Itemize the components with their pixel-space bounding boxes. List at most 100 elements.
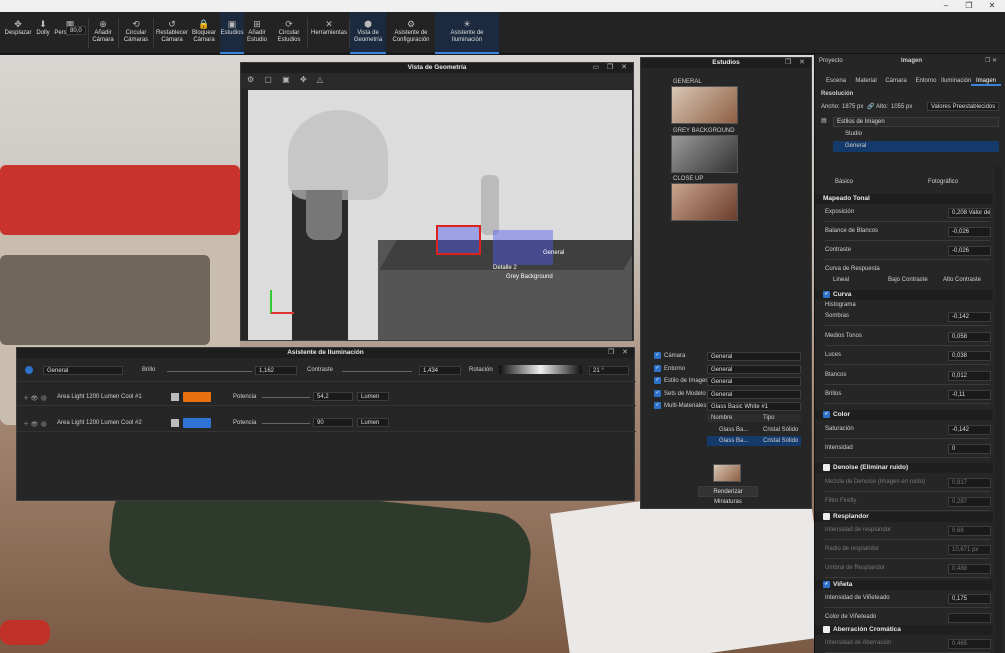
geometry-window-controls[interactable]: ▭ ❐ ✕ xyxy=(592,63,630,71)
light-row-1[interactable]: ＋ 👁 ✳ Area Light 1200 Lumen Cool #1 Pote… xyxy=(17,388,636,406)
studio-general-thumb[interactable] xyxy=(671,86,738,124)
section-header[interactable]: ✓ Curva xyxy=(815,290,993,300)
property-value[interactable]: 0,058 xyxy=(948,331,991,342)
toolbar-tools-button[interactable]: ✕ Herramientas xyxy=(310,12,348,54)
mode-basic[interactable]: Básico xyxy=(835,179,853,185)
property-slider[interactable] xyxy=(825,457,990,458)
studios-window-controls[interactable]: ❐ ✕ xyxy=(785,58,808,66)
property-slider[interactable] xyxy=(825,383,990,385)
brillo-slider[interactable] xyxy=(167,371,252,372)
section-header[interactable]: ✓ Color xyxy=(815,410,993,420)
property-value[interactable]: -0,026 xyxy=(948,227,991,237)
studio-option-checkbox[interactable]: ✓ xyxy=(654,402,661,409)
properties-tab[interactable]: Escena xyxy=(821,78,851,84)
contraste-value[interactable]: 1,434 xyxy=(419,366,461,375)
properties-scrollbar[interactable] xyxy=(995,166,1003,653)
property-value[interactable]: -0,11 xyxy=(948,390,991,400)
section-header[interactable]: Resplandor xyxy=(815,512,993,522)
perspective-value[interactable]: 80,0 xyxy=(66,26,86,35)
studio-closeup-thumb[interactable] xyxy=(671,183,738,221)
studio-select[interactable]: General xyxy=(43,366,123,375)
property-slider[interactable] xyxy=(825,510,990,511)
light-row-2[interactable]: ＋ 👁 ✳ Area Light 1200 Lumen Cool #2 Pote… xyxy=(17,414,636,432)
render-thumbnails-button[interactable]: Renderizar Miniaturas xyxy=(698,486,758,505)
light-1-slider[interactable] xyxy=(262,397,310,398)
properties-tab[interactable]: Cámara xyxy=(881,78,911,84)
style-row-general[interactable]: General xyxy=(833,141,999,152)
geometry-canvas[interactable]: Detalle 2 General Grey Background xyxy=(248,90,632,340)
toolbar-cycle-studios-button[interactable]: ⟳ Circular Estudios xyxy=(273,12,305,54)
light-1-visibility-icon[interactable]: ＋ 👁 ✳ xyxy=(23,393,48,402)
property-value[interactable]: 0,038 xyxy=(948,351,991,361)
toolbar-add-camera-button[interactable]: ⊕ Añadir Cámara xyxy=(90,12,116,54)
light-2-value[interactable]: 90 xyxy=(313,418,353,427)
material-row-2[interactable]: Glass Ba... Cristal Sólido xyxy=(707,436,801,446)
property-value[interactable]: -0,026 xyxy=(948,246,991,256)
light-2-unit[interactable]: Lumen xyxy=(357,418,389,427)
property-slider[interactable] xyxy=(825,558,990,559)
property-value[interactable] xyxy=(948,613,991,623)
light-1-value[interactable]: 54,2 xyxy=(313,392,353,401)
light-2-slider[interactable] xyxy=(262,423,310,424)
width-value[interactable]: 1875 px xyxy=(842,104,863,110)
studio-closeup-label[interactable]: CLOSE UP xyxy=(673,176,703,182)
studio-option-select[interactable]: General xyxy=(707,389,801,399)
lighting-window-controls[interactable]: ❐ ✕ xyxy=(608,348,631,356)
properties-window-controls[interactable]: ❐ ✕ xyxy=(985,57,997,64)
curve-option[interactable]: Lineal xyxy=(833,277,849,283)
property-slider[interactable] xyxy=(825,607,990,608)
property-value[interactable]: 10,671 px xyxy=(948,545,991,555)
property-slider[interactable] xyxy=(825,539,990,540)
studio-option-checkbox[interactable]: ✓ xyxy=(654,364,661,372)
property-slider[interactable] xyxy=(825,259,990,260)
property-slider[interactable] xyxy=(825,491,990,492)
property-value[interactable]: 0,488 xyxy=(948,564,991,574)
studio-general-label[interactable]: GENERAL xyxy=(673,79,702,85)
section-checkbox[interactable]: ✓ xyxy=(823,410,830,418)
section-header[interactable]: Mapeado Tonal xyxy=(815,194,993,204)
section-header[interactable]: Denoise (Eliminar ruido) xyxy=(815,463,993,473)
property-value[interactable]: 0 xyxy=(948,444,991,454)
studio-option-checkbox[interactable]: ✓ xyxy=(654,377,661,384)
studio-option-select[interactable]: General xyxy=(707,377,801,386)
property-value[interactable]: -0,142 xyxy=(948,425,991,435)
property-value[interactable]: -0,142 xyxy=(948,312,991,322)
maximize-button[interactable]: ❐ xyxy=(957,0,981,12)
property-value[interactable]: 0,817 xyxy=(948,478,991,488)
project-tab[interactable]: Proyecto xyxy=(819,58,843,64)
studio-option-select[interactable]: General xyxy=(707,364,801,374)
properties-tab[interactable]: Material xyxy=(851,78,881,84)
light-2-color-swatch[interactable] xyxy=(183,418,211,428)
toolbar-geometry-view-button[interactable]: ⬢ Vista de Geometría xyxy=(350,12,386,54)
properties-tab[interactable]: Iluminación xyxy=(941,78,971,84)
light-2-visibility-icon[interactable]: ＋ 👁 ✳ xyxy=(23,419,48,428)
studio-option-select[interactable]: Glass Basic White #1 xyxy=(707,402,801,411)
toolbar-setup-assistant-button[interactable]: ⚙ Asistente de Configuración xyxy=(388,12,434,54)
studio-grey-thumb[interactable] xyxy=(671,135,738,173)
link-icon[interactable]: 🔗 xyxy=(867,103,874,110)
toolbar-lock-camera-button[interactable]: 🔒 Bloquear Cámara xyxy=(189,12,219,54)
property-value[interactable]: 0,175 xyxy=(948,594,991,604)
presets-select[interactable]: Valores Preestablecidos xyxy=(927,102,999,111)
light-1-color-swatch[interactable] xyxy=(183,392,211,402)
property-slider[interactable] xyxy=(825,344,990,346)
property-slider[interactable] xyxy=(825,577,990,578)
rotation-gradient[interactable] xyxy=(499,365,582,374)
property-value[interactable]: 0,287 xyxy=(948,497,991,507)
property-value[interactable]: 0,012 xyxy=(948,370,991,381)
section-checkbox[interactable] xyxy=(823,512,830,520)
property-value[interactable]: 0,68 xyxy=(948,526,991,536)
section-checkbox[interactable]: ✓ xyxy=(823,290,830,298)
light-2-texture-icon[interactable] xyxy=(171,419,179,427)
brillo-value[interactable]: 1,162 xyxy=(255,366,297,375)
section-checkbox[interactable] xyxy=(823,625,830,633)
toolbar-lighting-assistant-button[interactable]: ☀ Asistente de Iluminación xyxy=(435,12,499,54)
light-1-unit[interactable]: Lumen xyxy=(357,392,389,401)
property-slider[interactable] xyxy=(825,325,990,326)
style-row-studio[interactable]: Studio xyxy=(833,129,999,140)
curve-option[interactable]: Bajo Contraste xyxy=(888,277,928,283)
toolbar-dolly-button[interactable]: ⬇ Dolly xyxy=(34,12,52,54)
studio-option-checkbox[interactable]: ✓ xyxy=(654,389,661,397)
property-slider[interactable] xyxy=(825,364,990,365)
studio-option-select[interactable]: General xyxy=(707,352,801,361)
